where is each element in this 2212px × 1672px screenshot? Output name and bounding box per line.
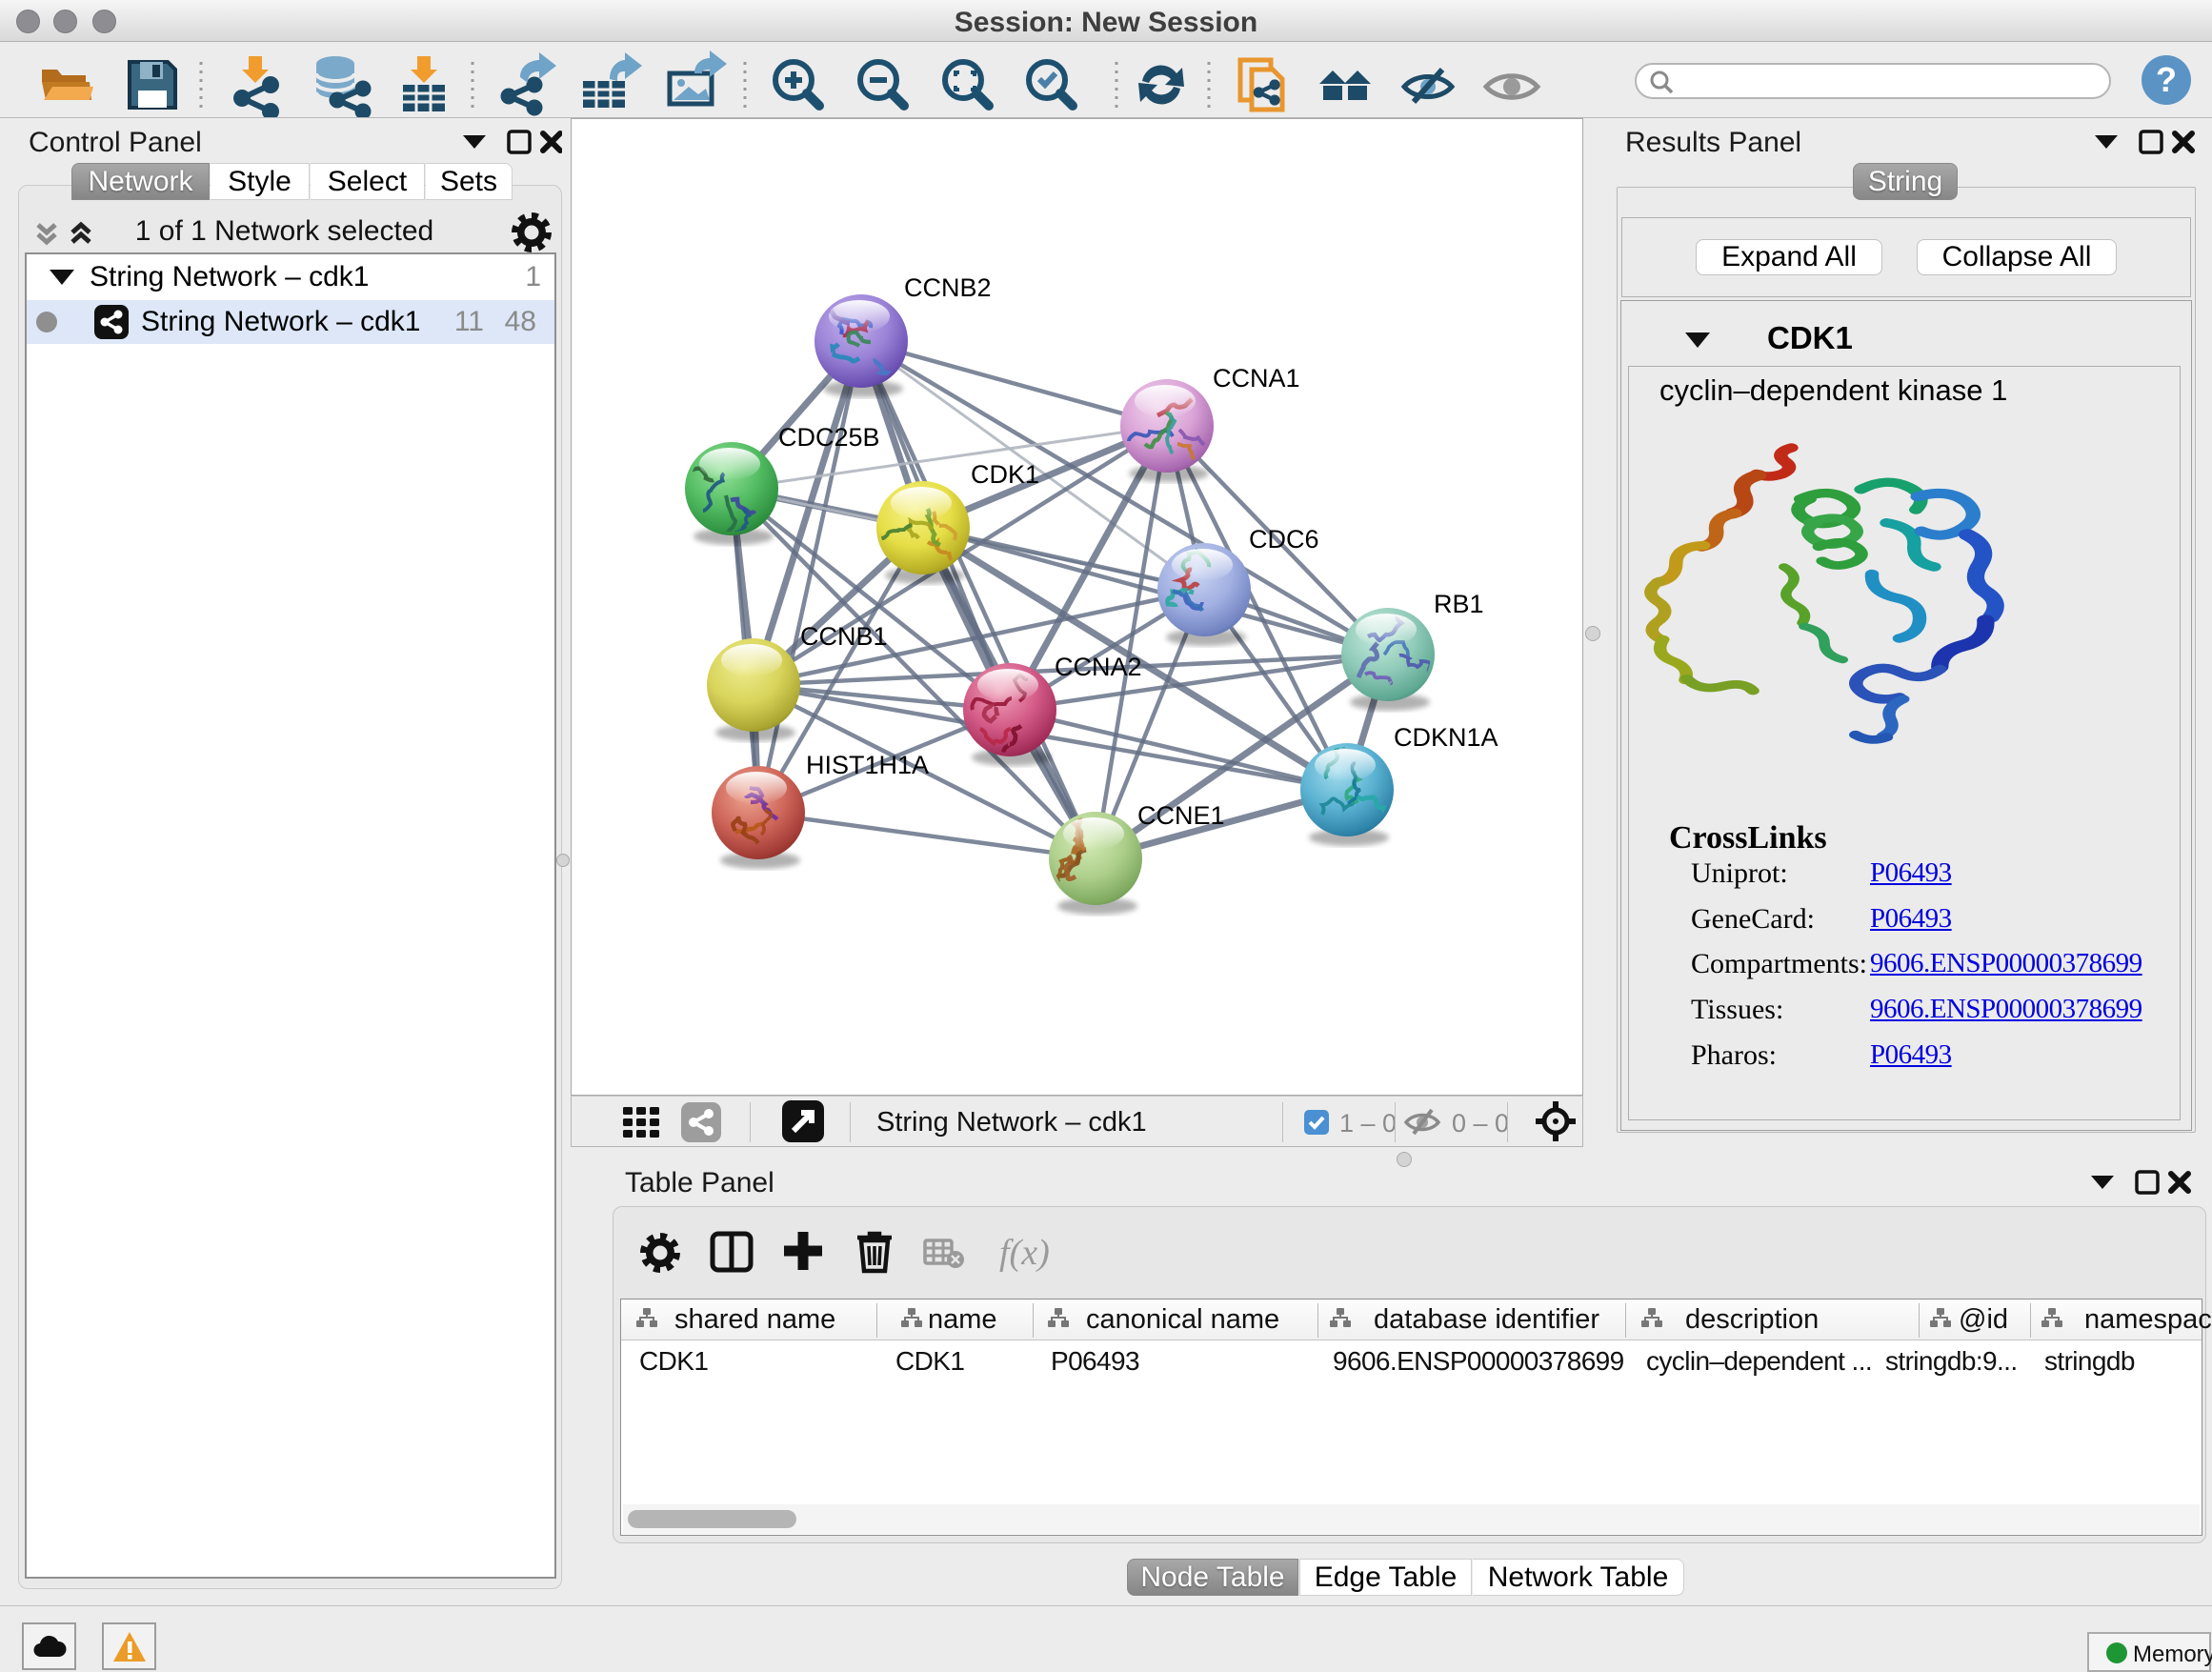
svg-text:CDK1: CDK1	[971, 460, 1039, 489]
svg-text:?: ?	[2156, 60, 2177, 99]
svg-text:CDKN1A: CDKN1A	[1394, 723, 1498, 752]
svg-text:CCNA2: CCNA2	[1055, 653, 1142, 681]
svg-text:HIST1H1A: HIST1H1A	[806, 751, 929, 779]
svg-text:CCNB1: CCNB1	[800, 622, 888, 651]
svg-text:CCNE1: CCNE1	[1137, 801, 1225, 830]
svg-text:RB1: RB1	[1434, 590, 1484, 618]
svg-text:CCNB2: CCNB2	[904, 273, 992, 302]
svg-text:CCNA1: CCNA1	[1213, 364, 1300, 393]
svg-text:CDC6: CDC6	[1249, 525, 1319, 554]
svg-text:CDC25B: CDC25B	[778, 423, 880, 452]
